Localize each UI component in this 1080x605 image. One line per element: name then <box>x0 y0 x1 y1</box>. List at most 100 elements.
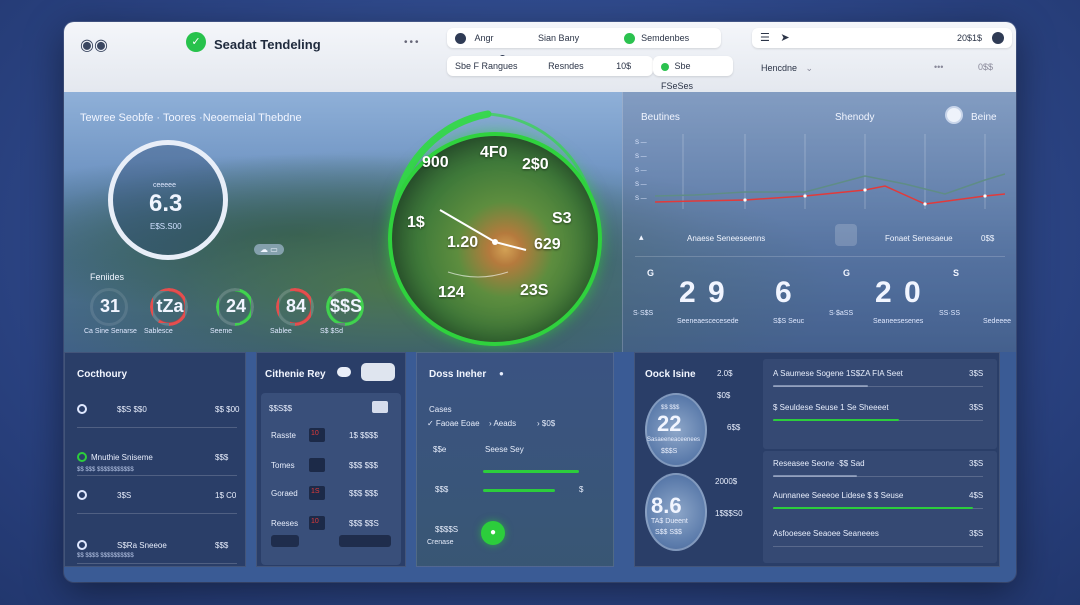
main-gauge-value: 6.3 <box>149 190 183 217</box>
panel3-subtitle: Cases <box>429 405 452 414</box>
panel3-row1-label: $$e <box>433 445 447 454</box>
chart-legend-icon: ▴ <box>639 232 644 242</box>
chart-view-button[interactable] <box>361 363 395 381</box>
stat2-value: 8.6 <box>651 493 682 518</box>
panel4-row-label: Asfooesee Seaoee Seaneees <box>773 529 879 538</box>
stat1-sub: Sasaeeneaceenees <box>647 437 701 443</box>
panel2-row-label: Goraed <box>271 489 298 498</box>
panel2-row-code-text: 1S <box>311 488 320 495</box>
more-dots-icon-2[interactable]: ••• <box>934 62 943 72</box>
row-status-icon[interactable] <box>77 540 87 550</box>
pill2-item-2[interactable]: Resndes <box>548 61 584 71</box>
panel-cocthoury: Cocthoury $$S $$0 $$ $00 Mnuthie Sniseme $$… <box>64 352 246 567</box>
row-status-icon[interactable] <box>77 404 87 414</box>
header-select[interactable]: Hencdne ⌄ <box>761 63 813 74</box>
panel4-row-bar <box>773 507 973 509</box>
stat-value: 6 <box>775 276 794 309</box>
panel-oock: Oock Isine $$ $$$ 22 Sasaeeneaceenees $$… <box>634 352 1000 567</box>
app-logo[interactable]: ◉◉ <box>80 35 108 55</box>
pill2-item-3[interactable]: 10$ <box>616 61 631 71</box>
chevron-down-icon: ⌄ <box>805 63 814 73</box>
panel1-row-label: S$Ra Sneeoe <box>117 541 167 550</box>
stat-icon: G <box>647 268 655 278</box>
row-status-icon[interactable] <box>77 452 87 462</box>
trend-center-title: Shenody <box>835 112 875 123</box>
panel2-chip: $$S$$ <box>269 404 293 413</box>
arrow-icon[interactable]: ➤ <box>780 32 789 44</box>
header-pill-status[interactable]: Sbe FSeSes <box>653 56 733 91</box>
panel2-row-code[interactable]: 10 <box>309 428 325 442</box>
mini-gauge-label: Seeme <box>210 328 233 335</box>
panel4-title: Oock Isine <box>645 369 696 380</box>
dial-value-2: 4F0 <box>480 144 508 161</box>
stat-caption: SS·SS <box>939 310 961 317</box>
stat-icon: G <box>843 268 851 278</box>
main-gauge-sub: E$S.S00 <box>150 222 182 231</box>
stat1-value: 22 <box>657 411 682 436</box>
header-right-value: 20$1$ <box>956 33 982 43</box>
filter-2[interactable]: › Aeads <box>489 419 516 428</box>
filter-1[interactable]: ✓ Faoae Eoae <box>427 419 480 428</box>
panel4-row-value: 4$S <box>969 491 984 500</box>
panel1-row-value: 1$ C0 <box>215 491 237 500</box>
panel-doss: Doss Ineher ● Cases ✓ Faoae Eoae › Aeads… <box>416 352 614 567</box>
panel4-row-bar <box>773 419 899 421</box>
panel2-row-code[interactable]: 10 <box>309 516 325 530</box>
panel4-row-label: Aunnanee Seeeoe Lidese $ $ Seuse <box>773 491 904 500</box>
panel2-action-2[interactable] <box>339 535 391 547</box>
filter-3[interactable]: › $0$ <box>537 419 555 428</box>
panel2-row-code[interactable]: 1S <box>309 486 325 500</box>
online-dot-icon <box>661 62 669 71</box>
divider <box>77 427 237 428</box>
svg-text:S —: S — <box>635 140 647 146</box>
panel2-row-code[interactable] <box>309 458 325 472</box>
panel1-row-value: $$ $00 <box>215 405 240 414</box>
globe-icon <box>455 33 466 45</box>
stat1-caption: $$$S <box>661 448 678 455</box>
mid-value-2: $0$ <box>717 391 731 400</box>
pill2-item-1[interactable]: Sbe F Rangues <box>455 61 518 71</box>
header-select-label: Hencdne <box>761 63 798 73</box>
row-status-icon[interactable] <box>77 490 87 500</box>
mid-value-4: 2000$ <box>715 477 738 486</box>
user-icon[interactable]: ● <box>499 369 504 378</box>
pill-item-3[interactable]: Semdenbes <box>641 33 689 43</box>
mini-gauge-value: 84 <box>285 296 307 316</box>
header-row2-value: 0$$ <box>978 62 994 72</box>
dial-value-8: 124 <box>438 284 465 301</box>
legend-1: Anaese Seneeseenns <box>687 234 766 243</box>
panel3-title: Doss Ineher <box>429 369 487 380</box>
image-icon[interactable] <box>372 401 388 413</box>
settings-icon[interactable] <box>945 106 963 124</box>
cloud-chip[interactable]: ☁ ▭ <box>254 244 284 255</box>
dial-value-9: 23S <box>520 282 549 299</box>
progress-bar-1 <box>483 470 579 473</box>
panel1-row-value: $$$ <box>215 453 229 462</box>
divider <box>77 475 237 476</box>
more-dots-icon[interactable]: ••• <box>404 37 421 48</box>
pill-item-1[interactable]: Angr <box>475 33 494 43</box>
panel1-row-label: Mnuthie Sniseme <box>91 453 153 462</box>
play-button[interactable]: ● <box>481 521 505 545</box>
panel3-bottom-label: Crenase <box>427 539 454 546</box>
brand-check-icon: ✓ <box>186 32 206 52</box>
mini-gauge-label: S$ $Sd <box>320 328 343 335</box>
profile-icon[interactable] <box>992 32 1004 44</box>
divider <box>773 546 983 547</box>
lock-icon[interactable]: ☰ <box>760 32 770 44</box>
trend-chart: S — S — S — S — S — <box>635 134 1005 209</box>
pill-item-2[interactable]: Sian Bany <box>538 33 579 43</box>
panel4-row-bar <box>773 385 868 387</box>
panel4-row-label: A Saumese Sogene 1S$ZA FIA Seet <box>773 369 903 378</box>
header-pill-row2: Sbe F Rangues Resndes 10$ <box>447 56 653 76</box>
panel2-action-1[interactable] <box>271 535 299 547</box>
mountain-icon[interactable] <box>835 224 857 246</box>
panel4-row-value: 3$S <box>969 459 984 468</box>
divider <box>77 563 237 564</box>
dial-needle <box>439 209 527 278</box>
toggle-switch[interactable] <box>337 367 351 377</box>
panel4-row-value: 3$S <box>969 403 984 412</box>
mini-gauge-value: 24 <box>225 296 247 316</box>
panel4-row-label: $ Seuldese Seuse 1 Se Sheeeet <box>773 403 889 412</box>
svg-text:S —: S — <box>635 168 647 174</box>
